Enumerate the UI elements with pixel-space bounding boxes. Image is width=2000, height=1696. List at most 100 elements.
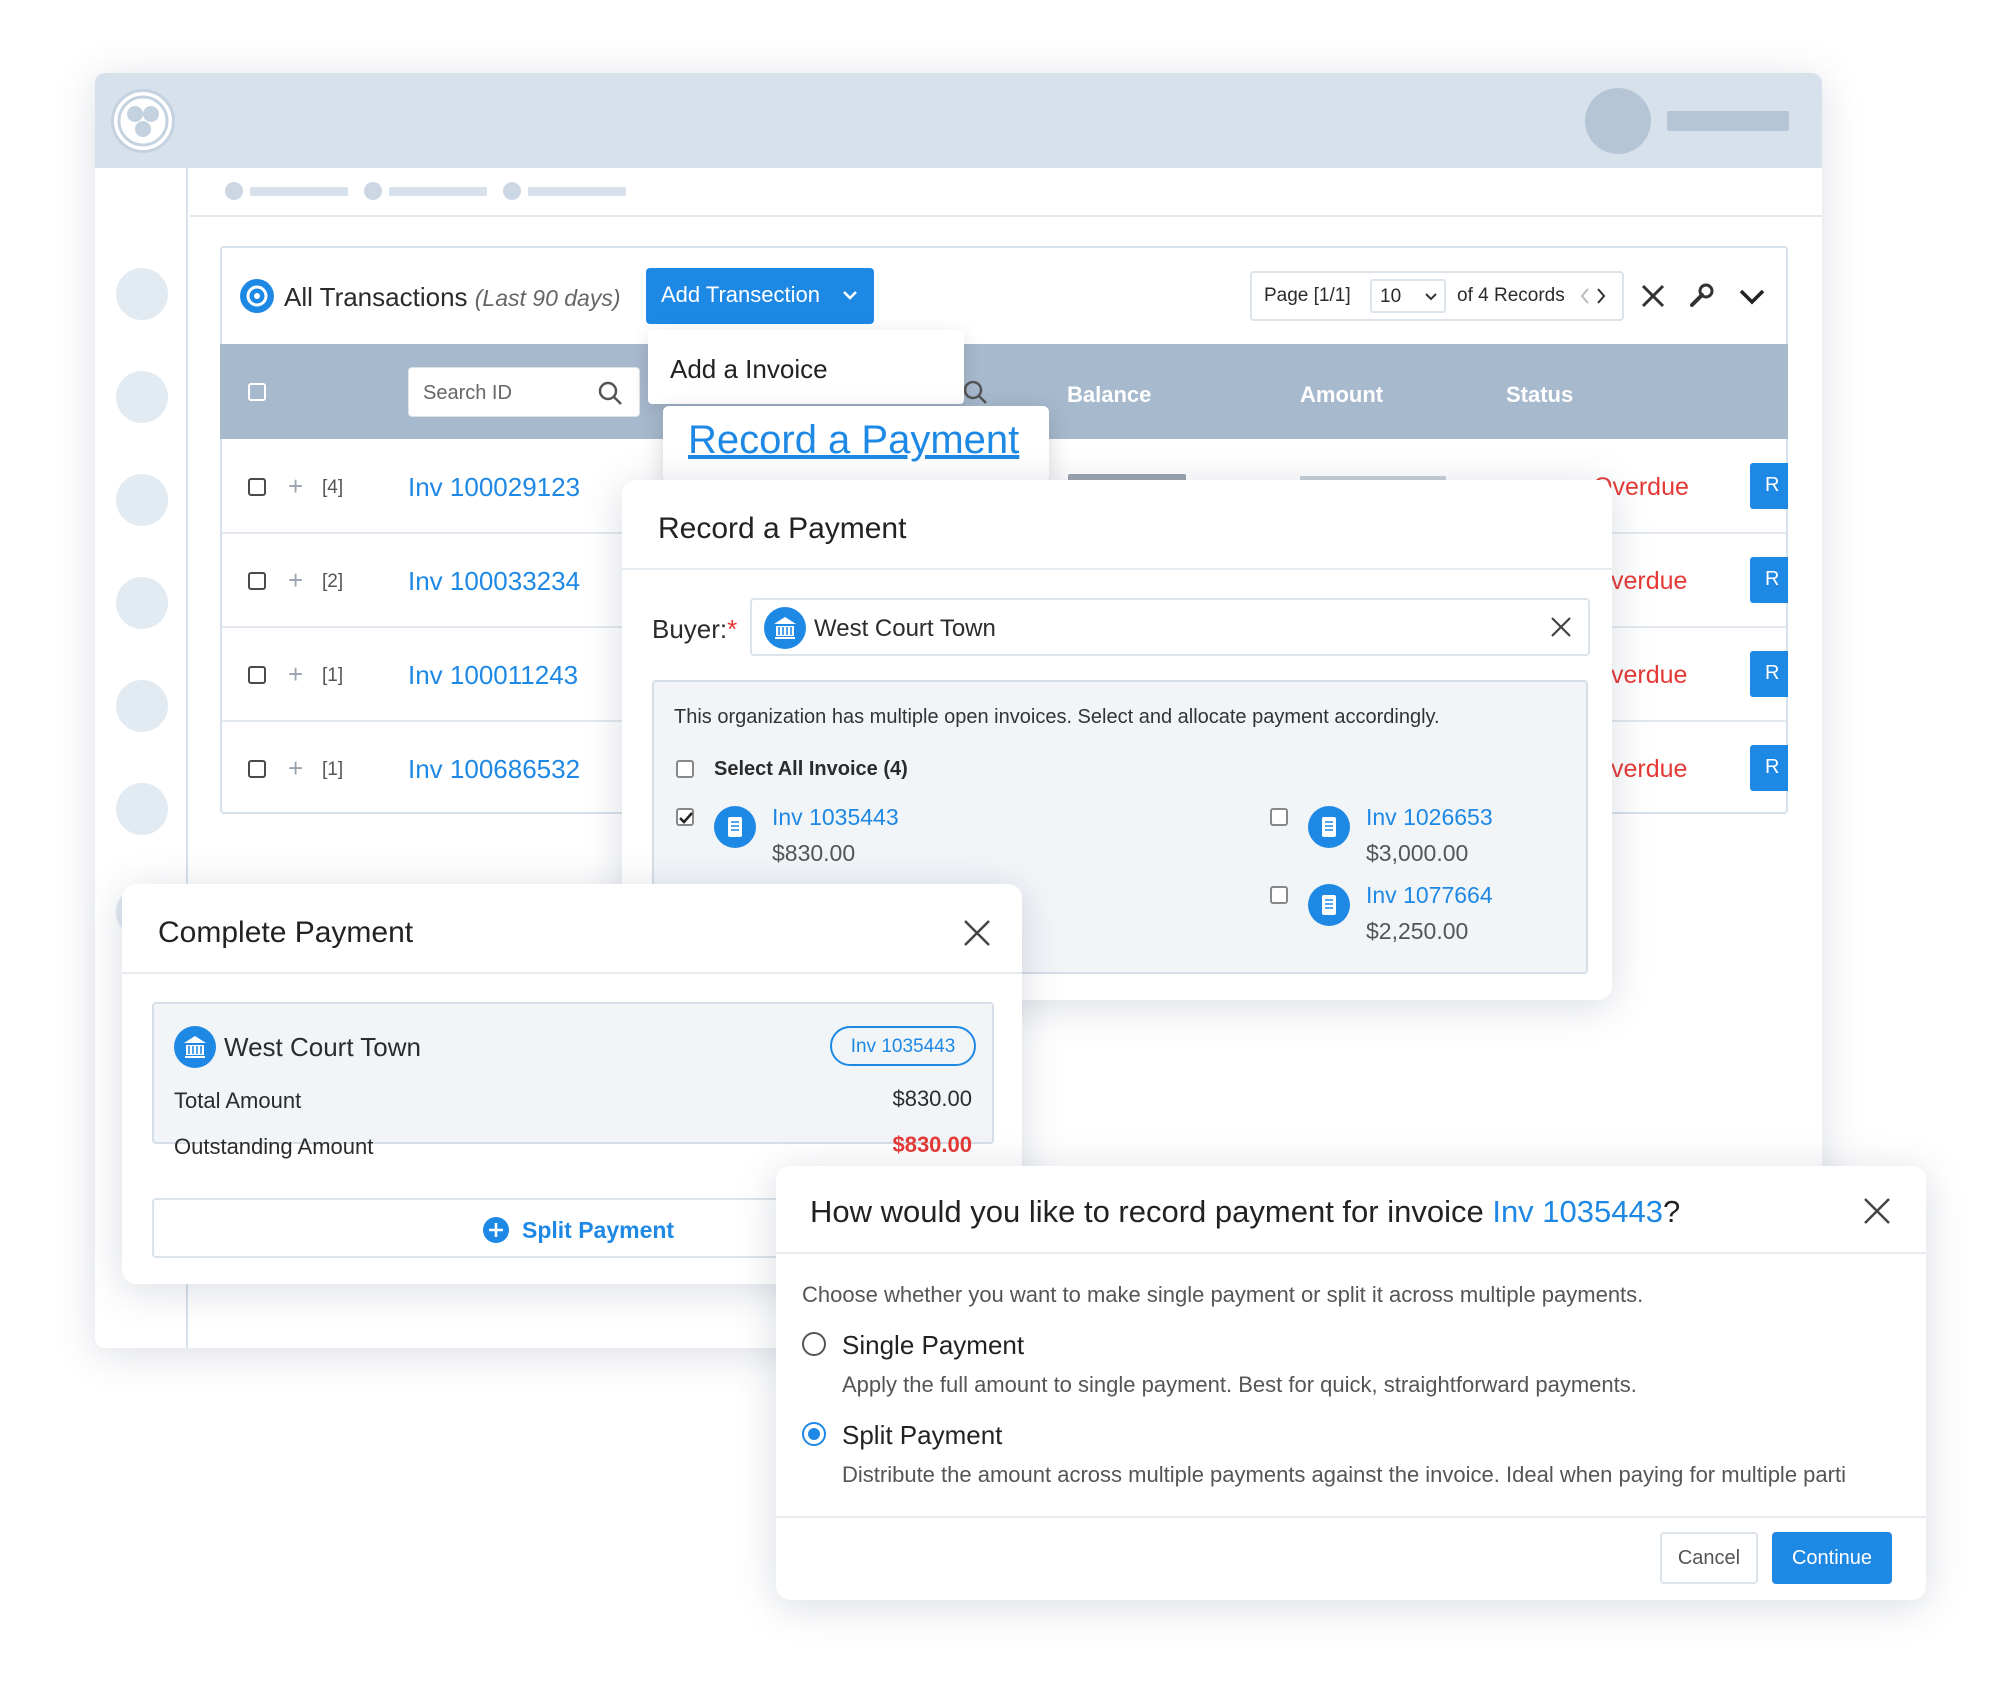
total-amount-label: Total Amount <box>174 1088 302 1113</box>
sidebar-item[interactable] <box>116 680 168 732</box>
next-page-icon[interactable] <box>1596 287 1606 305</box>
invoice-badge[interactable]: Inv 1035443 <box>830 1026 976 1066</box>
invoice-doc-icon <box>1308 884 1350 926</box>
invoice-id[interactable]: Inv 1077664 <box>1366 882 1493 909</box>
column-header-balance[interactable]: Balance <box>1067 382 1151 408</box>
buyer-label-text: Buyer: <box>652 614 728 644</box>
outstanding-amount-label: Outstanding Amount <box>174 1134 374 1159</box>
outstanding-amount-value: $830.00 <box>892 1132 972 1157</box>
split-payment-option-label: Split Payment <box>842 1420 1003 1450</box>
invoice-checkbox[interactable] <box>1270 886 1288 904</box>
split-payment-label: Split Payment <box>522 1217 675 1243</box>
cancel-button[interactable]: Cancel <box>1660 1532 1758 1584</box>
row-action-button[interactable]: R <box>1750 557 1788 603</box>
expand-row-icon[interactable]: + <box>288 567 303 593</box>
open-invoices-notice: This organization has multiple open invo… <box>674 706 1440 728</box>
breadcrumb-bar[interactable] <box>528 187 626 196</box>
breadcrumb-bar[interactable] <box>389 187 487 196</box>
invoice-id[interactable]: Inv 1026653 <box>1366 804 1493 831</box>
collapse-icon[interactable] <box>1640 283 1666 309</box>
transactions-title: All Transactions (Last 90 days) <box>284 282 621 313</box>
row-action-button[interactable]: R <box>1750 463 1788 509</box>
row-checkbox[interactable] <box>248 572 266 590</box>
row-count: [4] <box>322 477 344 498</box>
add-transaction-label: Add Transection <box>661 282 820 307</box>
row-count: [1] <box>322 759 344 780</box>
split-payment-help: Distribute the amount across multiple pa… <box>842 1462 1846 1487</box>
menu-item-record-payment-label: Record a Payment <box>688 418 1020 462</box>
breadcrumb-bar[interactable] <box>250 187 348 196</box>
required-mark: * <box>727 614 738 644</box>
invoice-id[interactable]: Inv 1035443 <box>772 804 899 831</box>
radio-dot <box>808 1428 820 1440</box>
row-count: [1] <box>322 665 344 686</box>
invoice-checkbox[interactable] <box>676 808 694 826</box>
expand-row-icon[interactable]: + <box>288 661 303 687</box>
user-name-placeholder <box>1667 111 1789 131</box>
radio-split-payment[interactable] <box>802 1422 826 1446</box>
add-transaction-button[interactable]: Add Transection <box>646 268 874 324</box>
invoice-link[interactable]: Inv 100011243 <box>408 660 578 691</box>
clear-icon[interactable] <box>1550 616 1572 638</box>
record-method-title-prefix: How would you like to record payment for… <box>810 1194 1493 1229</box>
per-page-select[interactable]: 10 <box>1370 279 1446 313</box>
buyer-select[interactable]: West Court Town <box>750 598 1590 656</box>
radio-single-payment[interactable] <box>802 1332 826 1356</box>
invoice-link[interactable]: Inv 100033234 <box>408 566 580 597</box>
menu-item-add-invoice[interactable]: Add a Invoice <box>670 354 828 385</box>
buyer-label: Buyer:* <box>652 614 737 645</box>
add-circle-icon <box>483 1217 509 1243</box>
header-divider <box>190 215 1822 217</box>
column-header-status[interactable]: Status <box>1506 382 1573 408</box>
invoice-amount: $830.00 <box>772 840 856 866</box>
bank-icon <box>174 1026 216 1068</box>
row-checkbox[interactable] <box>248 666 266 684</box>
record-method-title-invoice[interactable]: Inv 1035443 <box>1492 1194 1663 1229</box>
row-checkbox[interactable] <box>248 760 266 778</box>
dialog-divider <box>622 568 1612 570</box>
bank-icon <box>764 607 806 649</box>
invoice-link[interactable]: Inv 100686532 <box>408 754 580 785</box>
row-action-button[interactable]: R <box>1750 651 1788 697</box>
expand-row-icon[interactable]: + <box>288 755 303 781</box>
chevron-down-icon[interactable] <box>1738 288 1766 306</box>
invoice-link[interactable]: Inv 100029123 <box>408 472 580 503</box>
record-payment-title: Record a Payment <box>658 512 907 545</box>
sidebar-item[interactable] <box>116 577 168 629</box>
sidebar-item[interactable] <box>116 474 168 526</box>
wrench-icon[interactable] <box>1688 283 1714 309</box>
single-payment-label: Single Payment <box>842 1330 1025 1360</box>
transactions-subtitle: (Last 90 days) <box>474 285 621 311</box>
search-id-input[interactable]: Search ID <box>408 367 640 417</box>
invoice-doc-icon <box>1308 806 1350 848</box>
row-action-button[interactable]: R <box>1750 745 1788 791</box>
continue-button[interactable]: Continue <box>1772 1532 1892 1584</box>
expand-row-icon[interactable]: + <box>288 473 303 499</box>
prev-page-icon[interactable] <box>1580 287 1590 305</box>
user-avatar[interactable] <box>1585 88 1651 154</box>
select-all-rows-checkbox[interactable] <box>248 383 266 401</box>
row-checkbox[interactable] <box>248 478 266 496</box>
total-amount-value: $830.00 <box>892 1086 972 1111</box>
sidebar-item[interactable] <box>116 268 168 320</box>
dialog-divider <box>776 1516 1926 1518</box>
close-icon[interactable] <box>962 918 992 948</box>
invoice-amount: $2,250.00 <box>1366 918 1469 944</box>
single-payment-help: Apply the full amount to single payment.… <box>842 1372 1637 1397</box>
sidebar-item[interactable] <box>116 783 168 835</box>
app-logo-icon[interactable] <box>111 89 175 153</box>
search-id-placeholder: Search ID <box>423 382 512 404</box>
buyer-value: West Court Town <box>814 615 996 642</box>
invoice-checkbox[interactable] <box>1270 808 1288 826</box>
status-badge: verdue <box>1611 755 1688 783</box>
select-all-invoice-label: Select All Invoice (4) <box>714 758 908 780</box>
select-all-invoice-checkbox[interactable] <box>676 760 694 778</box>
column-header-amount[interactable]: Amount <box>1300 382 1383 408</box>
summary-buyer: West Court Town <box>224 1032 422 1062</box>
menu-item-record-payment[interactable]: Record a Payment <box>663 406 1049 482</box>
transactions-title-text: All Transactions <box>284 282 468 312</box>
sidebar-item[interactable] <box>116 371 168 423</box>
search-icon <box>598 381 622 405</box>
close-icon[interactable] <box>1862 1196 1892 1226</box>
dialog-divider <box>776 1252 1926 1254</box>
